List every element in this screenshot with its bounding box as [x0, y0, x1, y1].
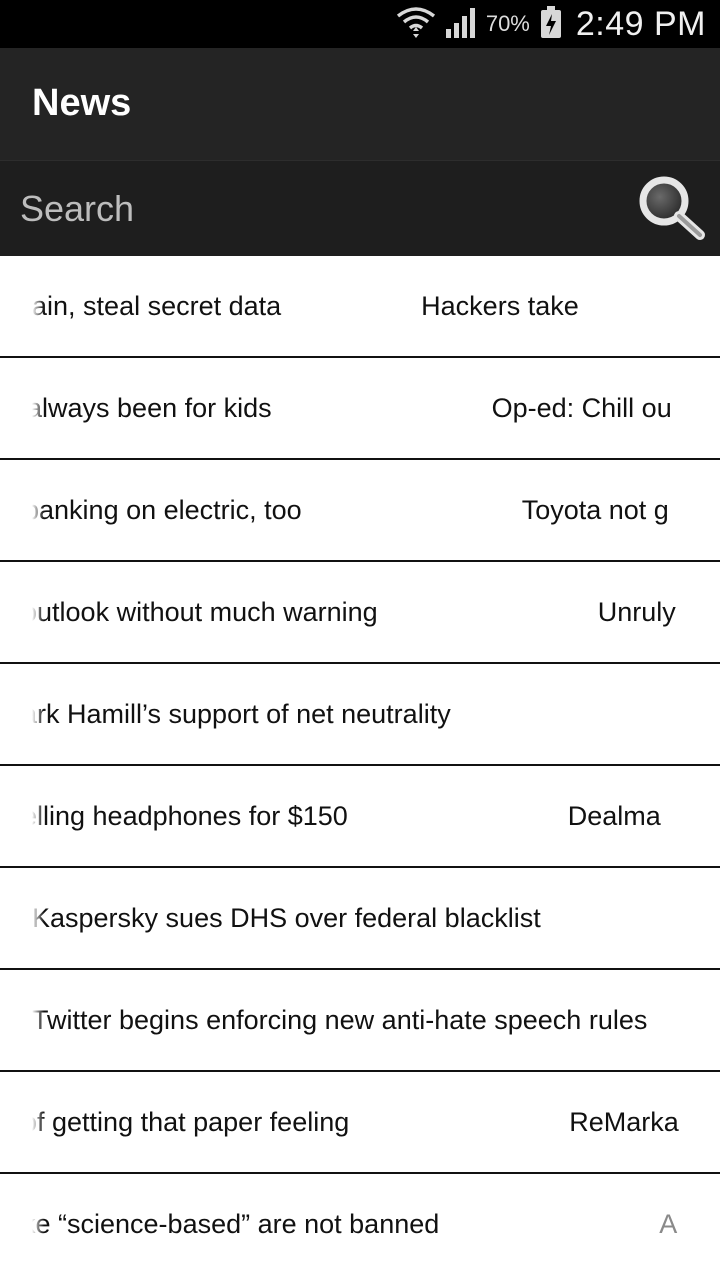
news-headline-lead: Twitter begins enforcing new anti-hate s…	[32, 1004, 648, 1035]
battery-percent: 70%	[485, 11, 530, 36]
battery-charging-icon	[540, 5, 562, 44]
news-headline-lead: of getting that paper feeling	[32, 1106, 350, 1137]
news-item[interactable]: Twitter begins enforcing new anti-hate s…	[0, 970, 720, 1072]
app-bar: News	[0, 48, 720, 160]
news-headline-lead: elling headphones for $150	[32, 800, 348, 831]
news-headline-lead: ke “science-based” are not banned	[32, 1208, 440, 1239]
news-item[interactable]: of getting that paper feeling ReMarka	[0, 1072, 720, 1174]
status-icons: 70% 2:49 PM	[396, 0, 706, 48]
news-item[interactable]: ke “science-based” are not banned A	[0, 1174, 720, 1276]
news-headline-trail: Op-ed: Chill ou	[491, 392, 672, 423]
news-headline-trail: ReMarka	[569, 1106, 679, 1137]
status-clock: 2:49 PM	[575, 4, 706, 43]
news-marquee: Kaspersky sues DHS over federal blacklis…	[32, 868, 692, 968]
news-item[interactable]: ark Hamill’s support of net neutrality	[0, 664, 720, 766]
news-headline-trail: Toyota not g	[521, 494, 669, 525]
wifi-icon	[396, 4, 436, 45]
news-headline-lead: ark Hamill’s support of net neutrality	[32, 698, 451, 729]
news-headline-trail: Unruly	[597, 596, 676, 627]
news-marquee: Twitter begins enforcing new anti-hate s…	[32, 970, 692, 1070]
news-item[interactable]: outlook without much warning Unruly	[0, 562, 720, 664]
page-title: News	[32, 82, 132, 124]
news-headline-lead: Kaspersky sues DHS over federal blacklis…	[32, 902, 541, 933]
news-item[interactable]: Kaspersky sues DHS over federal blacklis…	[0, 868, 720, 970]
news-headline-lead: banking on electric, too	[32, 494, 302, 525]
news-headline-trail: Dealma	[567, 800, 661, 831]
news-marquee: elling headphones for $150 Dealma	[32, 766, 692, 866]
news-marquee: outlook without much warning Unruly	[32, 562, 692, 662]
news-marquee: ke “science-based” are not banned A	[32, 1174, 692, 1274]
news-list: nain, steal secret data Hackers take alw…	[0, 256, 720, 1280]
search-bar	[0, 160, 720, 256]
news-marquee: ark Hamill’s support of net neutrality	[32, 664, 692, 764]
search-icon	[639, 176, 705, 240]
signal-icon	[444, 5, 478, 44]
news-headline-trail: Hackers take	[421, 290, 579, 321]
search-button[interactable]	[634, 171, 710, 247]
news-headline-lead: always been for kids	[32, 392, 272, 423]
news-headline-lead: nain, steal secret data	[32, 290, 282, 321]
news-marquee: always been for kids Op-ed: Chill ou	[32, 358, 692, 458]
news-item[interactable]: always been for kids Op-ed: Chill ou	[0, 358, 720, 460]
news-item[interactable]: nain, steal secret data Hackers take	[0, 256, 720, 358]
news-headline-lead: outlook without much warning	[32, 596, 378, 627]
status-bar: 70% 2:49 PM	[0, 0, 720, 48]
news-item[interactable]: elling headphones for $150 Dealma	[0, 766, 720, 868]
news-item[interactable]: banking on electric, too Toyota not g	[0, 460, 720, 562]
search-input[interactable]	[20, 181, 600, 237]
news-marquee: banking on electric, too Toyota not g	[32, 460, 692, 560]
news-headline-trail: A	[659, 1208, 678, 1239]
news-marquee: nain, steal secret data Hackers take	[32, 256, 692, 356]
news-marquee: of getting that paper feeling ReMarka	[32, 1072, 692, 1172]
